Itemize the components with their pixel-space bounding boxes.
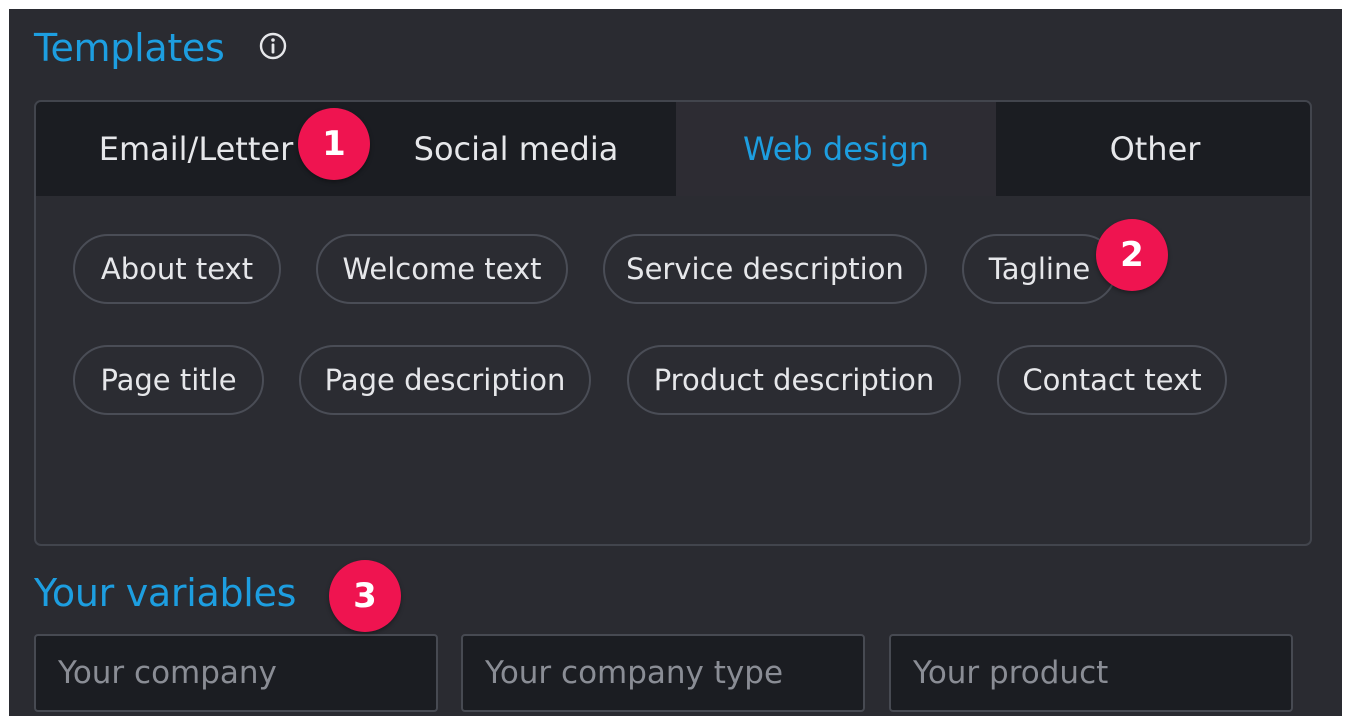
tab-label: Email/Letter (98, 130, 294, 168)
company-input[interactable]: Your company (34, 634, 438, 712)
chip-product-description[interactable]: Product description (627, 345, 961, 415)
company-input-placeholder: Your company (58, 655, 277, 691)
annotation-badge-3: 3 (329, 560, 401, 632)
templates-panel: Templates Email/Letter Social media Web … (9, 9, 1342, 716)
chip-contact-text[interactable]: Contact text (997, 345, 1227, 415)
chip-page-title[interactable]: Page title (73, 345, 264, 415)
chip-about-text[interactable]: About text (73, 234, 281, 304)
tab-label: Social media (413, 130, 619, 168)
annotation-badge-1: 1 (298, 108, 370, 180)
chip-tagline[interactable]: Tagline (962, 234, 1117, 304)
tab-web-design[interactable]: Web design (676, 102, 996, 196)
product-input-placeholder: Your product (913, 655, 1109, 691)
annotation-badge-2: 2 (1096, 219, 1168, 291)
chip-service-description[interactable]: Service description (603, 234, 927, 304)
template-tabs-container: Email/Letter Social media Web design Oth… (34, 100, 1312, 546)
tab-label: Other (1109, 130, 1201, 168)
chip-welcome-text[interactable]: Welcome text (316, 234, 568, 304)
product-input[interactable]: Your product (889, 634, 1293, 712)
templates-heading: Templates (34, 26, 225, 70)
tab-other[interactable]: Other (996, 102, 1310, 196)
tab-social-media[interactable]: Social media (356, 102, 676, 196)
company-type-input[interactable]: Your company type (461, 634, 865, 712)
variables-heading: Your variables (34, 571, 297, 615)
chip-page-description[interactable]: Page description (299, 345, 591, 415)
tab-label: Web design (742, 130, 930, 168)
info-icon[interactable] (258, 31, 288, 61)
company-type-input-placeholder: Your company type (485, 655, 784, 691)
